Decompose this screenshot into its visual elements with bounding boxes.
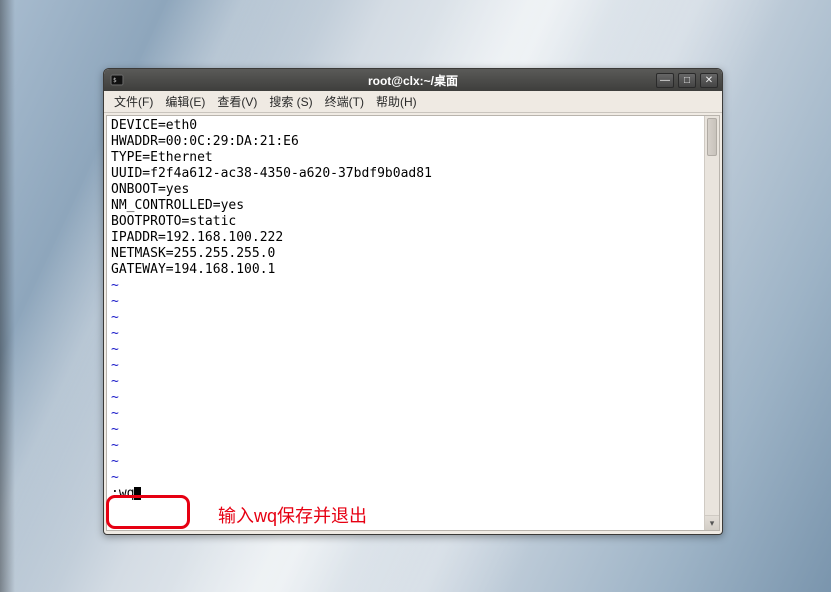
menu-view[interactable]: 查看(V) [211,91,263,112]
maximize-button[interactable]: □ [678,73,696,88]
scrollbar-down-button[interactable]: ▾ [705,515,719,530]
menu-terminal[interactable]: 终端(T) [319,91,370,112]
terminal-window: $ root@clx:~/桌面 — □ ✕ 文件(F) 编辑(E) 查看(V) … [103,68,723,535]
terminal-icon: $ [110,73,124,87]
menu-help[interactable]: 帮助(H) [370,91,423,112]
menubar: 文件(F) 编辑(E) 查看(V) 搜索 (S) 终端(T) 帮助(H) [104,91,722,113]
close-button[interactable]: ✕ [700,73,718,88]
terminal-area: DEVICE=eth0 HWADDR=00:0C:29:DA:21:E6 TYP… [106,115,720,531]
minimize-button[interactable]: — [656,73,674,88]
menu-edit[interactable]: 编辑(E) [159,91,211,112]
scrollbar[interactable]: ▾ [704,116,719,530]
scrollbar-thumb[interactable] [707,118,717,156]
menu-file[interactable]: 文件(F) [108,91,159,112]
titlebar[interactable]: $ root@clx:~/桌面 — □ ✕ [104,69,722,91]
window-buttons: — □ ✕ [656,73,718,88]
svg-text:$: $ [113,77,117,84]
menu-search[interactable]: 搜索 (S) [263,91,318,112]
terminal-content[interactable]: DEVICE=eth0 HWADDR=00:0C:29:DA:21:E6 TYP… [107,116,704,530]
window-title: root@clx:~/桌面 [368,72,458,89]
